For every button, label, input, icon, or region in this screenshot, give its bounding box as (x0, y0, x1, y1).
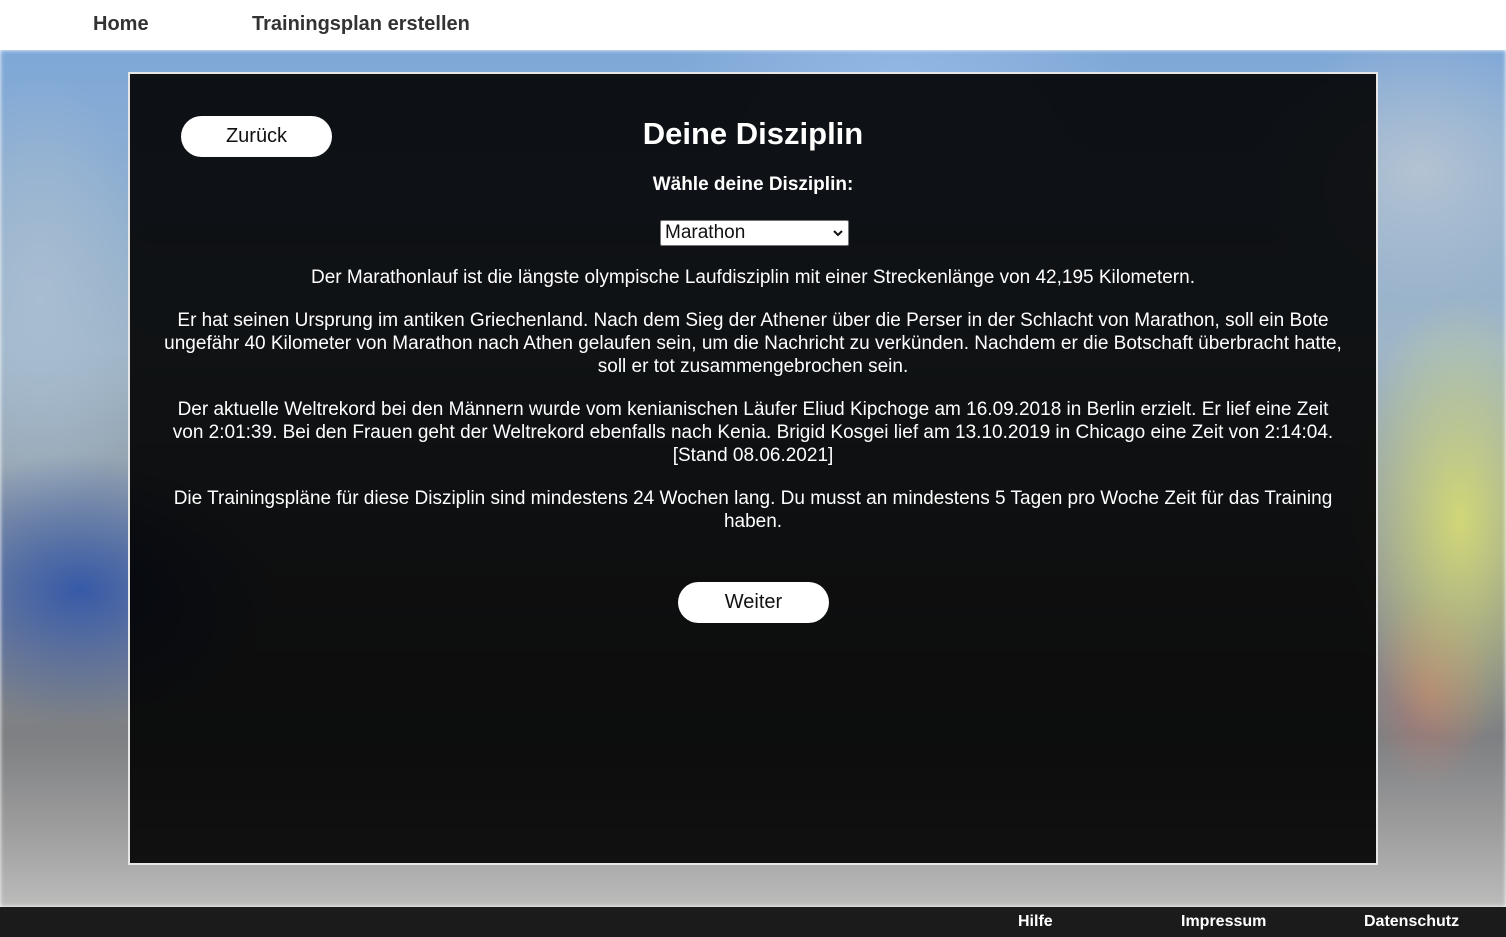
description-paragraph: Der Marathonlauf ist die längste olympis… (311, 267, 1195, 288)
top-navigation: Home Trainingsplan erstellen (0, 0, 1506, 50)
world-record-paragraph: Der aktuelle Weltrekord bei den Männern … (172, 399, 1334, 466)
nav-link-create-plan[interactable]: Trainingsplan erstellen (252, 13, 470, 36)
footer-link-help[interactable]: Hilfe (1018, 913, 1053, 931)
chevron-down-icon (833, 230, 843, 237)
page-title: Deine Disziplin (642, 116, 864, 151)
discipline-select[interactable]: Marathon (660, 220, 849, 246)
discipline-select-value: Marathon (665, 222, 746, 243)
footer-link-imprint[interactable]: Impressum (1181, 913, 1266, 931)
history-paragraph: Er hat seinen Ursprung im antiken Griech… (164, 310, 1342, 377)
nav-link-home[interactable]: Home (93, 13, 149, 36)
footer: Hilfe Impressum Datenschutz (0, 907, 1506, 937)
discipline-panel: Zurück Deine Disziplin Wähle deine Diszi… (128, 72, 1378, 865)
training-requirements-paragraph: Die Trainingspläne für diese Disziplin s… (173, 488, 1333, 532)
footer-link-privacy[interactable]: Datenschutz (1364, 913, 1459, 931)
next-button[interactable]: Weiter (678, 582, 829, 623)
discipline-select-label: Wähle deine Disziplin: (652, 174, 854, 195)
